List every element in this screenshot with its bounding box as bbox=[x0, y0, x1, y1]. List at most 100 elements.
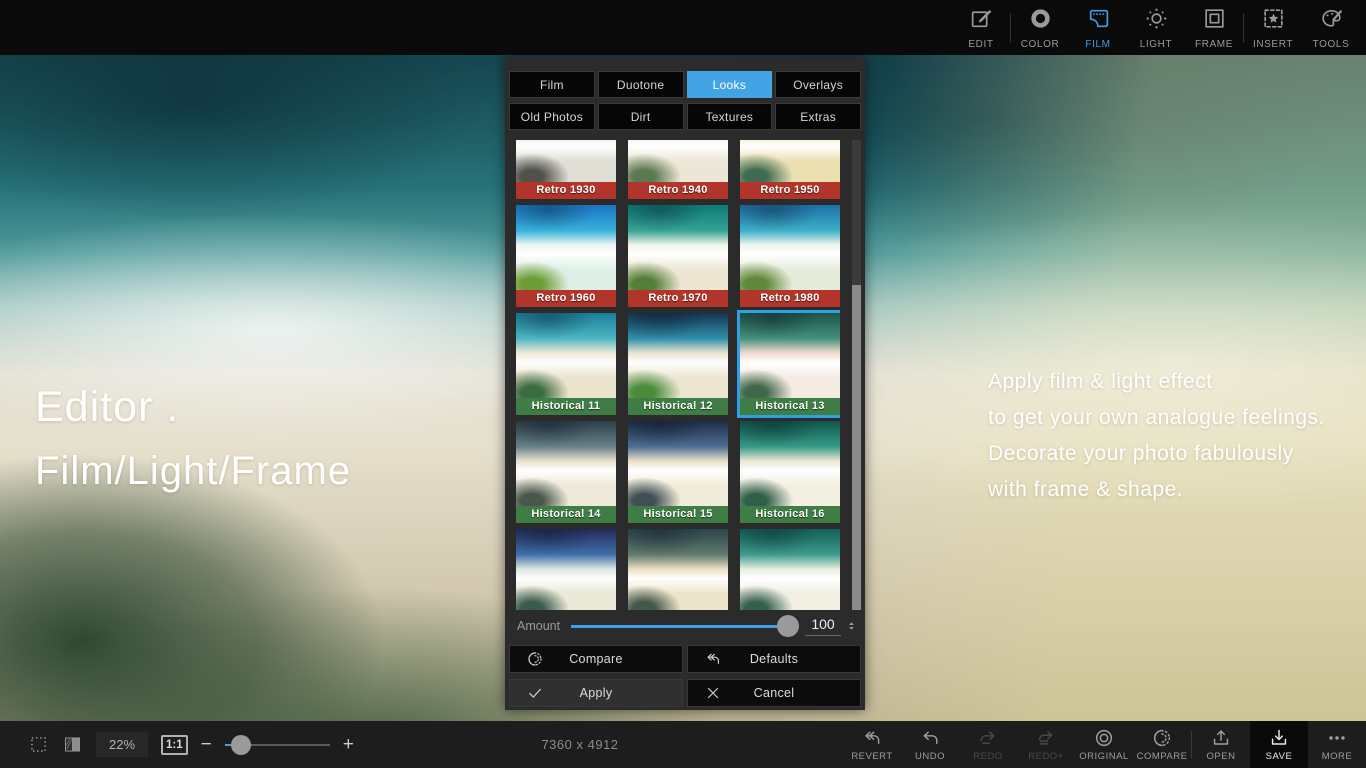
defaults-button[interactable]: Defaults bbox=[687, 645, 861, 673]
zoom-controls: 22% 1:1 − + bbox=[28, 721, 354, 768]
crop-marquee-icon[interactable] bbox=[28, 734, 49, 755]
defaults-icon bbox=[704, 650, 722, 668]
photo-description-line: Decorate your photo fabulously bbox=[988, 443, 1325, 464]
bottom-toolbar-label: COMPARE bbox=[1137, 751, 1188, 762]
history-and-file-actions: REVERT UNDO REDO REDO+ ORIGINAL COMPARE … bbox=[843, 721, 1366, 768]
redo-plus-button: REDO+ bbox=[1017, 721, 1075, 768]
button-label: Compare bbox=[569, 652, 623, 666]
filter-grid: Retro 1930Retro 1940Retro 1950 Retro 1960… bbox=[516, 140, 840, 610]
bottom-toolbar-label: MORE bbox=[1322, 751, 1353, 762]
filter-name-label: Retro 1960 bbox=[516, 290, 616, 307]
filter-retro-1960[interactable]: Retro 1960 bbox=[516, 205, 616, 307]
zoom-slider-thumb[interactable] bbox=[231, 735, 251, 755]
amount-value: 100 bbox=[805, 616, 841, 636]
top-nav-label: FILM bbox=[1085, 39, 1110, 50]
tab-overlays[interactable]: Overlays bbox=[775, 71, 861, 98]
filter-partial[interactable] bbox=[516, 529, 616, 610]
top-nav-insert[interactable]: INSERT bbox=[1244, 0, 1302, 55]
original-button[interactable]: ORIGINAL bbox=[1075, 721, 1133, 768]
photo-title-line1: Editor . bbox=[35, 383, 351, 432]
filter-historical-15[interactable]: Historical 15 bbox=[628, 421, 728, 523]
tab-film[interactable]: Film bbox=[509, 71, 595, 98]
filter-historical-14[interactable]: Historical 14 bbox=[516, 421, 616, 523]
top-nav-label: FRAME bbox=[1195, 39, 1233, 50]
apply-button[interactable]: Apply bbox=[509, 679, 683, 707]
top-nav: EDIT COLOR FILM LIGHT FRAME INSERT TOOLS bbox=[952, 0, 1360, 55]
tab-textures[interactable]: Textures bbox=[687, 103, 773, 130]
tab-dirt[interactable]: Dirt bbox=[598, 103, 684, 130]
panel-scrollbar-thumb[interactable] bbox=[852, 285, 861, 610]
top-nav-frame[interactable]: FRAME bbox=[1185, 0, 1243, 55]
top-nav-light[interactable]: LIGHT bbox=[1127, 0, 1185, 55]
zoom-out-button[interactable]: − bbox=[201, 735, 212, 754]
check-icon bbox=[526, 684, 544, 702]
bottom-toolbar-label: OPEN bbox=[1207, 751, 1236, 762]
open-button[interactable]: OPEN bbox=[1192, 721, 1250, 768]
more-button[interactable]: MORE bbox=[1308, 721, 1366, 768]
top-nav-edit[interactable]: EDIT bbox=[952, 0, 1010, 55]
top-nav-color[interactable]: COLOR bbox=[1011, 0, 1069, 55]
filter-partial[interactable] bbox=[740, 529, 840, 610]
film-looks-panel: FilmDuotoneLooksOverlays Old PhotosDirtTe… bbox=[505, 57, 865, 710]
filter-retro-1970[interactable]: Retro 1970 bbox=[628, 205, 728, 307]
panel-scrollbar[interactable] bbox=[852, 140, 861, 610]
revert-button[interactable]: REVERT bbox=[843, 721, 901, 768]
actual-size-button[interactable]: 1:1 bbox=[161, 735, 188, 755]
cancel-button[interactable]: Cancel bbox=[687, 679, 861, 707]
filter-thumbnail-list: Retro 1930Retro 1940Retro 1950 Retro 1960… bbox=[516, 140, 840, 610]
filter-preview-image bbox=[516, 205, 616, 290]
compare-button[interactable]: Compare bbox=[509, 645, 683, 673]
filter-name-label: Historical 11 bbox=[516, 398, 616, 415]
amount-row: Amount 100 bbox=[517, 613, 857, 639]
app-window: Editor . Film/Light/Frame Apply film & l… bbox=[0, 0, 1366, 768]
top-nav-label: LIGHT bbox=[1140, 39, 1172, 50]
amount-slider-thumb[interactable] bbox=[777, 615, 799, 637]
filter-preview-image bbox=[516, 529, 616, 610]
filter-historical-13[interactable]: Historical 13 bbox=[740, 313, 840, 415]
bottom-toolbar: 22% 1:1 − + 7360 x 4912 REVERT UNDO REDO… bbox=[0, 721, 1366, 768]
split-view-icon[interactable] bbox=[62, 734, 83, 755]
edit-icon bbox=[969, 6, 994, 36]
insert-icon bbox=[1261, 6, 1286, 36]
filter-retro-1980[interactable]: Retro 1980 bbox=[740, 205, 840, 307]
filter-preview-image bbox=[740, 421, 840, 506]
top-nav-tools[interactable]: TOOLS bbox=[1302, 0, 1360, 55]
tab-extras[interactable]: Extras bbox=[775, 103, 861, 130]
filter-preview-image bbox=[628, 140, 728, 182]
filter-preview-image bbox=[628, 529, 728, 610]
compare-button[interactable]: COMPARE bbox=[1133, 721, 1191, 768]
amount-slider[interactable] bbox=[571, 615, 797, 637]
top-nav-film[interactable]: FILM bbox=[1069, 0, 1127, 55]
undo-button[interactable]: UNDO bbox=[901, 721, 959, 768]
tab-looks[interactable]: Looks bbox=[687, 71, 773, 98]
filter-preview-image bbox=[516, 140, 616, 182]
close-icon bbox=[704, 684, 722, 702]
save-button[interactable]: SAVE bbox=[1250, 721, 1308, 768]
button-label: Cancel bbox=[754, 686, 795, 700]
filter-historical-11[interactable]: Historical 11 bbox=[516, 313, 616, 415]
top-nav-label: EDIT bbox=[968, 39, 993, 50]
filter-category-tabs: FilmDuotoneLooksOverlays Old PhotosDirtTe… bbox=[509, 71, 861, 130]
filter-historical-12[interactable]: Historical 12 bbox=[628, 313, 728, 415]
redo-icon bbox=[977, 727, 999, 749]
filter-historical-16[interactable]: Historical 16 bbox=[740, 421, 840, 523]
top-nav-label: TOOLS bbox=[1313, 39, 1350, 50]
tab-duotone[interactable]: Duotone bbox=[598, 71, 684, 98]
bottom-toolbar-label: REVERT bbox=[851, 751, 892, 762]
filter-partial[interactable] bbox=[628, 529, 728, 610]
filter-retro-1930[interactable]: Retro 1930 bbox=[516, 140, 616, 199]
photo-description-overlay: Apply film & light effect to get your ow… bbox=[988, 371, 1325, 515]
filter-preview-image bbox=[740, 205, 840, 290]
photo-title-line2: Film/Light/Frame bbox=[35, 449, 351, 494]
zoom-in-button[interactable]: + bbox=[343, 735, 354, 754]
amount-slider-track[interactable] bbox=[571, 625, 797, 628]
filter-retro-1940[interactable]: Retro 1940 bbox=[628, 140, 728, 199]
original-icon bbox=[1093, 727, 1115, 749]
tab-old-photos[interactable]: Old Photos bbox=[509, 103, 595, 130]
amount-label: Amount bbox=[517, 619, 563, 633]
button-label: Apply bbox=[580, 686, 613, 700]
amount-stepper[interactable] bbox=[846, 618, 857, 634]
canvas-zoom-slider[interactable] bbox=[225, 734, 330, 756]
filter-retro-1950[interactable]: Retro 1950 bbox=[740, 140, 840, 199]
filter-name-label: Historical 14 bbox=[516, 506, 616, 523]
